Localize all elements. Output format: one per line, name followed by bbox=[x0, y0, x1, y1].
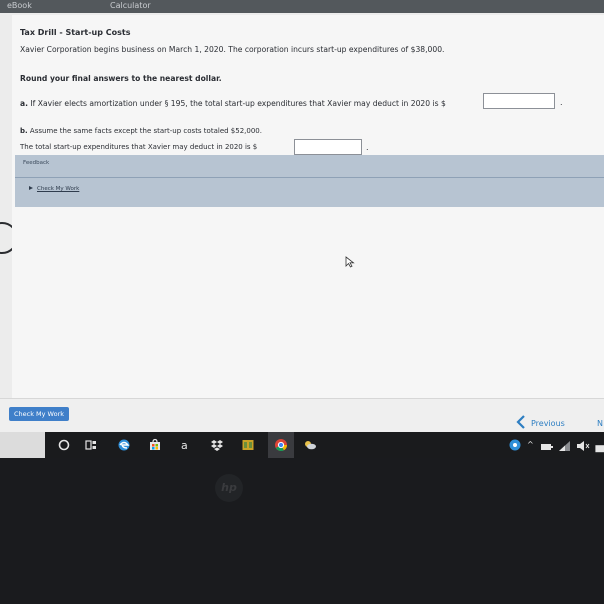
laptop-body bbox=[0, 458, 604, 604]
problem-intro: Xavier Corporation begins business on Ma… bbox=[20, 45, 445, 54]
part-b-period: . bbox=[366, 143, 369, 152]
wifi-icon[interactable] bbox=[558, 439, 572, 453]
speaker-icon[interactable] bbox=[576, 439, 590, 453]
edge-icon[interactable] bbox=[117, 438, 131, 452]
next-link[interactable]: N bbox=[597, 419, 603, 428]
browser-screen: eBook Calculator Tax Drill - Start-up Co… bbox=[0, 0, 604, 440]
amazon-icon[interactable]: a bbox=[181, 439, 188, 452]
chevron-up-icon[interactable]: ^ bbox=[527, 440, 534, 449]
problem-panel: Tax Drill - Start-up Costs Xavier Corpor… bbox=[12, 15, 604, 401]
part-b-text: Assume the same facts except the start-u… bbox=[29, 127, 262, 135]
feedback-check-link[interactable]: Check My Work bbox=[37, 186, 79, 192]
part-a-answer-input[interactable] bbox=[483, 93, 555, 109]
problem-title: Tax Drill - Start-up Costs bbox=[20, 28, 131, 37]
feedback-panel: Feedback Check My Work bbox=[15, 155, 604, 207]
store-icon[interactable] bbox=[148, 438, 162, 452]
feedback-toggle[interactable]: Check My Work bbox=[29, 155, 109, 205]
mouse-pointer-icon bbox=[345, 256, 355, 268]
part-b-question-line2: The total start-up expenditures that Xav… bbox=[20, 143, 258, 151]
check-my-work-button[interactable]: Check My Work bbox=[9, 407, 69, 421]
ebook-tab[interactable]: eBook bbox=[7, 1, 32, 10]
task-view-icon[interactable] bbox=[84, 438, 98, 452]
dropbox-icon[interactable] bbox=[210, 438, 224, 452]
rounding-instruction: Round your final answers to the nearest … bbox=[20, 74, 222, 83]
expand-triangle-icon bbox=[29, 186, 33, 190]
battery-icon[interactable] bbox=[540, 440, 554, 454]
weather-icon[interactable] bbox=[303, 438, 317, 452]
part-b-answer-input[interactable] bbox=[294, 139, 362, 155]
chrome-icon[interactable] bbox=[274, 438, 288, 452]
part-a-marker: a. bbox=[20, 99, 29, 108]
top-tab-bar: eBook Calculator bbox=[0, 0, 604, 13]
help-tray-icon[interactable] bbox=[508, 438, 522, 452]
previous-link[interactable]: Previous bbox=[531, 419, 565, 428]
taskbar-search-strip[interactable] bbox=[0, 432, 45, 458]
calculator-tab[interactable]: Calculator bbox=[110, 1, 151, 10]
part-a-text: If Xavier elects amortization under § 19… bbox=[30, 99, 446, 108]
windows-taskbar: a ^ bbox=[0, 432, 604, 458]
part-a-question: a. If Xavier elects amortization under §… bbox=[20, 99, 446, 108]
tray-partial-icon bbox=[595, 445, 604, 453]
part-a-period: . bbox=[560, 98, 563, 107]
part-b-question: b. Assume the same facts except the star… bbox=[20, 127, 262, 135]
hp-logo: hp bbox=[215, 474, 243, 502]
chevron-left-icon[interactable] bbox=[516, 415, 526, 429]
cortana-circle-icon[interactable] bbox=[57, 438, 71, 452]
app-tile-icon[interactable] bbox=[241, 438, 255, 452]
part-b-marker: b. bbox=[20, 127, 28, 135]
